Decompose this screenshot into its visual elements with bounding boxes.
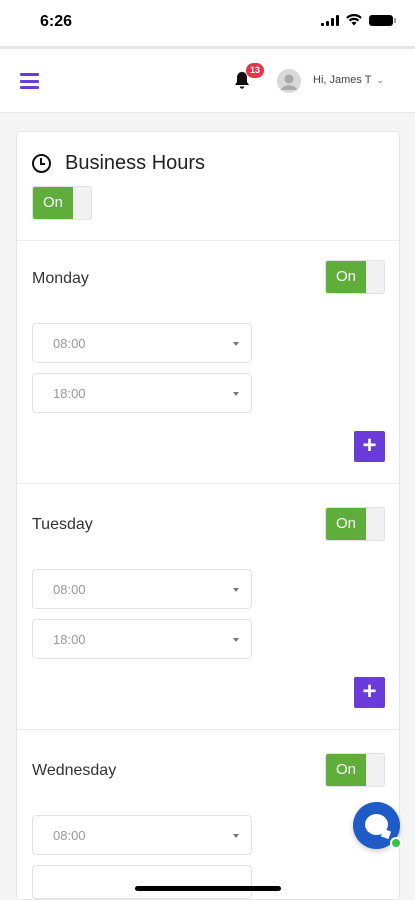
plus-icon: + (362, 432, 377, 459)
tuesday-end-time-select[interactable]: 18:00 (32, 619, 252, 659)
monday-add-button[interactable]: + (354, 431, 385, 462)
day-label-tuesday: Tuesday (32, 516, 93, 533)
app-header: 13 Hi, James T ⌄ (0, 49, 415, 113)
divider (17, 240, 399, 241)
wednesday-start-time-select[interactable]: 08:00 (32, 815, 252, 855)
user-greeting: Hi, James T (313, 74, 372, 86)
toggle-on-label: On (326, 508, 366, 540)
chat-button[interactable] (353, 802, 402, 849)
select-value: 18:00 (53, 386, 86, 401)
toggle-on-label: On (326, 261, 366, 293)
battery-icon (369, 14, 396, 26)
tuesday-start-time-select[interactable]: 08:00 (32, 569, 252, 609)
tuesday-add-button[interactable]: + (354, 677, 385, 708)
business-hours-card: Business Hours On Monday On 08:00 18:00 … (16, 131, 400, 900)
wifi-icon (346, 14, 362, 26)
clock-icon (32, 154, 51, 173)
user-menu[interactable]: Hi, James T ⌄ (313, 74, 384, 86)
select-value: 08:00 (53, 828, 86, 843)
chat-icon (365, 814, 388, 835)
plus-icon: + (362, 678, 377, 705)
avatar[interactable] (277, 69, 301, 93)
status-time: 6:26 (40, 13, 73, 30)
monday-toggle[interactable]: On (325, 260, 385, 294)
caret-down-icon (233, 638, 239, 642)
home-indicator (135, 886, 281, 891)
select-value: 18:00 (53, 632, 86, 647)
monday-start-time-select[interactable]: 08:00 (32, 323, 252, 363)
card-header: Business Hours (32, 152, 205, 175)
select-value: 08:00 (53, 582, 86, 597)
business-hours-toggle[interactable]: On (32, 186, 92, 220)
avatar-icon (277, 69, 301, 93)
notification-badge: 13 (246, 63, 264, 78)
wednesday-toggle[interactable]: On (325, 753, 385, 787)
status-icons (321, 14, 396, 26)
status-bar: 6:26 (0, 0, 415, 46)
day-label-monday: Monday (32, 270, 89, 287)
online-status-dot (390, 837, 402, 849)
tuesday-toggle[interactable]: On (325, 507, 385, 541)
day-label-wednesday: Wednesday (32, 762, 117, 779)
select-value: 08:00 (53, 336, 86, 351)
menu-icon (20, 73, 39, 76)
toggle-on-label: On (33, 187, 73, 219)
caret-down-icon (233, 588, 239, 592)
page-title: Business Hours (65, 152, 206, 174)
monday-end-time-select[interactable]: 18:00 (32, 373, 252, 413)
wednesday-end-time-select[interactable] (32, 865, 252, 899)
toggle-on-label: On (326, 754, 366, 786)
divider (17, 729, 399, 730)
divider (17, 483, 399, 484)
chevron-down-icon: ⌄ (376, 74, 385, 85)
caret-down-icon (233, 342, 239, 346)
signal-icon (321, 14, 339, 26)
menu-button[interactable] (20, 73, 39, 89)
caret-down-icon (233, 392, 239, 396)
caret-down-icon (233, 834, 239, 838)
